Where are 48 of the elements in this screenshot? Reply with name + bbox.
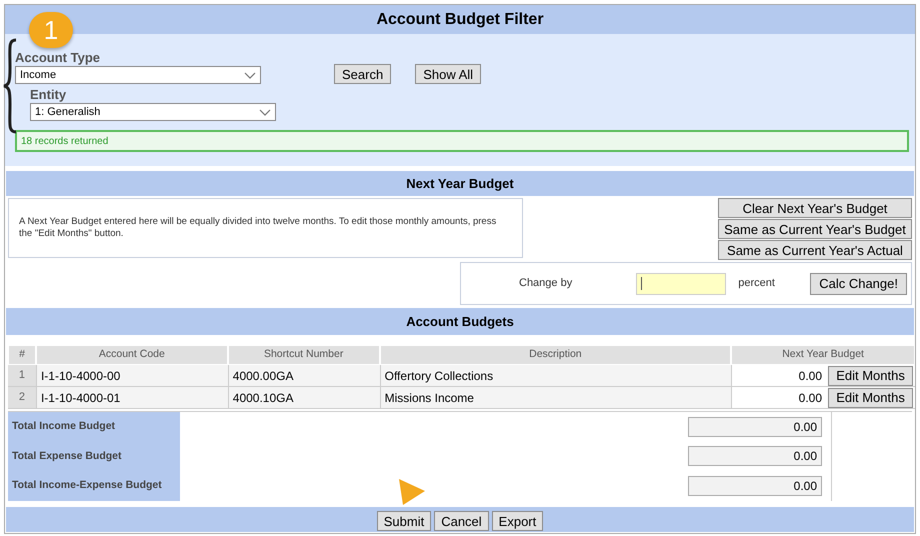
chevron-down-icon [244, 72, 256, 78]
budget-value[interactable]: 0.00 [798, 366, 822, 384]
column-header: Description [380, 345, 732, 365]
footer-button[interactable]: Export [492, 511, 544, 531]
section-title: Next Year Budget [406, 174, 514, 193]
table-cell: I-1-10-4000-01 [36, 387, 228, 408]
account-type-dropdown[interactable]: Income [15, 66, 261, 84]
pointer-icon [397, 477, 427, 507]
column-header: Next Year Budget [731, 345, 915, 365]
footer-button[interactable]: Submit [376, 511, 432, 531]
table-cell: Offertory Collections [380, 365, 732, 386]
footer-button[interactable]: Cancel [434, 511, 489, 531]
edit-months-button[interactable]: Edit Months [828, 366, 914, 386]
filter-button[interactable]: Search [334, 64, 392, 84]
row-number: 1 [8, 365, 36, 386]
percent-label: percent [738, 276, 775, 292]
field-label: Entity [30, 87, 68, 103]
section-title: Account Budgets [406, 312, 514, 331]
row-number: 2 [8, 387, 36, 408]
status-message: 18 records returned [15, 130, 909, 152]
total-field: 0.00 [688, 416, 822, 437]
column-header: Account Code [36, 345, 228, 365]
total-label: Total Expense Budget [12, 448, 122, 464]
change-by-label: Change by [519, 276, 572, 292]
table-cell: Missions Income [380, 387, 732, 408]
total-label: Total Income Budget [12, 418, 116, 434]
table-cell: 4000.10GA [228, 387, 380, 408]
chevron-down-icon [259, 108, 271, 116]
column-header: Shortcut Number [228, 345, 380, 365]
total-field: 0.00 [688, 476, 822, 496]
info-note: A Next Year Budget entered here will be equally divided into twelve months. To edit those monthly amounts, press the "Edit Months" button. [8, 198, 523, 258]
budget-action-button[interactable]: Same as Current Year's Budget [718, 219, 912, 239]
table-cell: I-1-10-4000-00 [36, 365, 228, 386]
budget-action-button[interactable]: Same as Current Year's Actual [718, 240, 912, 260]
filter-button[interactable]: Show All [415, 64, 482, 84]
column-header: # [8, 345, 36, 365]
table-cell: 4000.00GA [228, 365, 380, 386]
edit-months-button[interactable]: Edit Months [828, 388, 914, 408]
brace-icon [3, 38, 17, 134]
total-label: Total Income-Expense Budget [12, 478, 163, 494]
percent-input[interactable] [636, 272, 726, 294]
panel-title: Account Budget Filter [376, 10, 544, 30]
field-label: Account Type [15, 50, 101, 66]
entity-dropdown[interactable]: 1: Generalish [30, 103, 276, 121]
calc-change-button[interactable]: Calc Change! [810, 272, 907, 294]
total-field: 0.00 [688, 446, 822, 466]
budget-action-button[interactable]: Clear Next Year's Budget [718, 198, 912, 218]
budget-value[interactable]: 0.00 [798, 388, 822, 406]
